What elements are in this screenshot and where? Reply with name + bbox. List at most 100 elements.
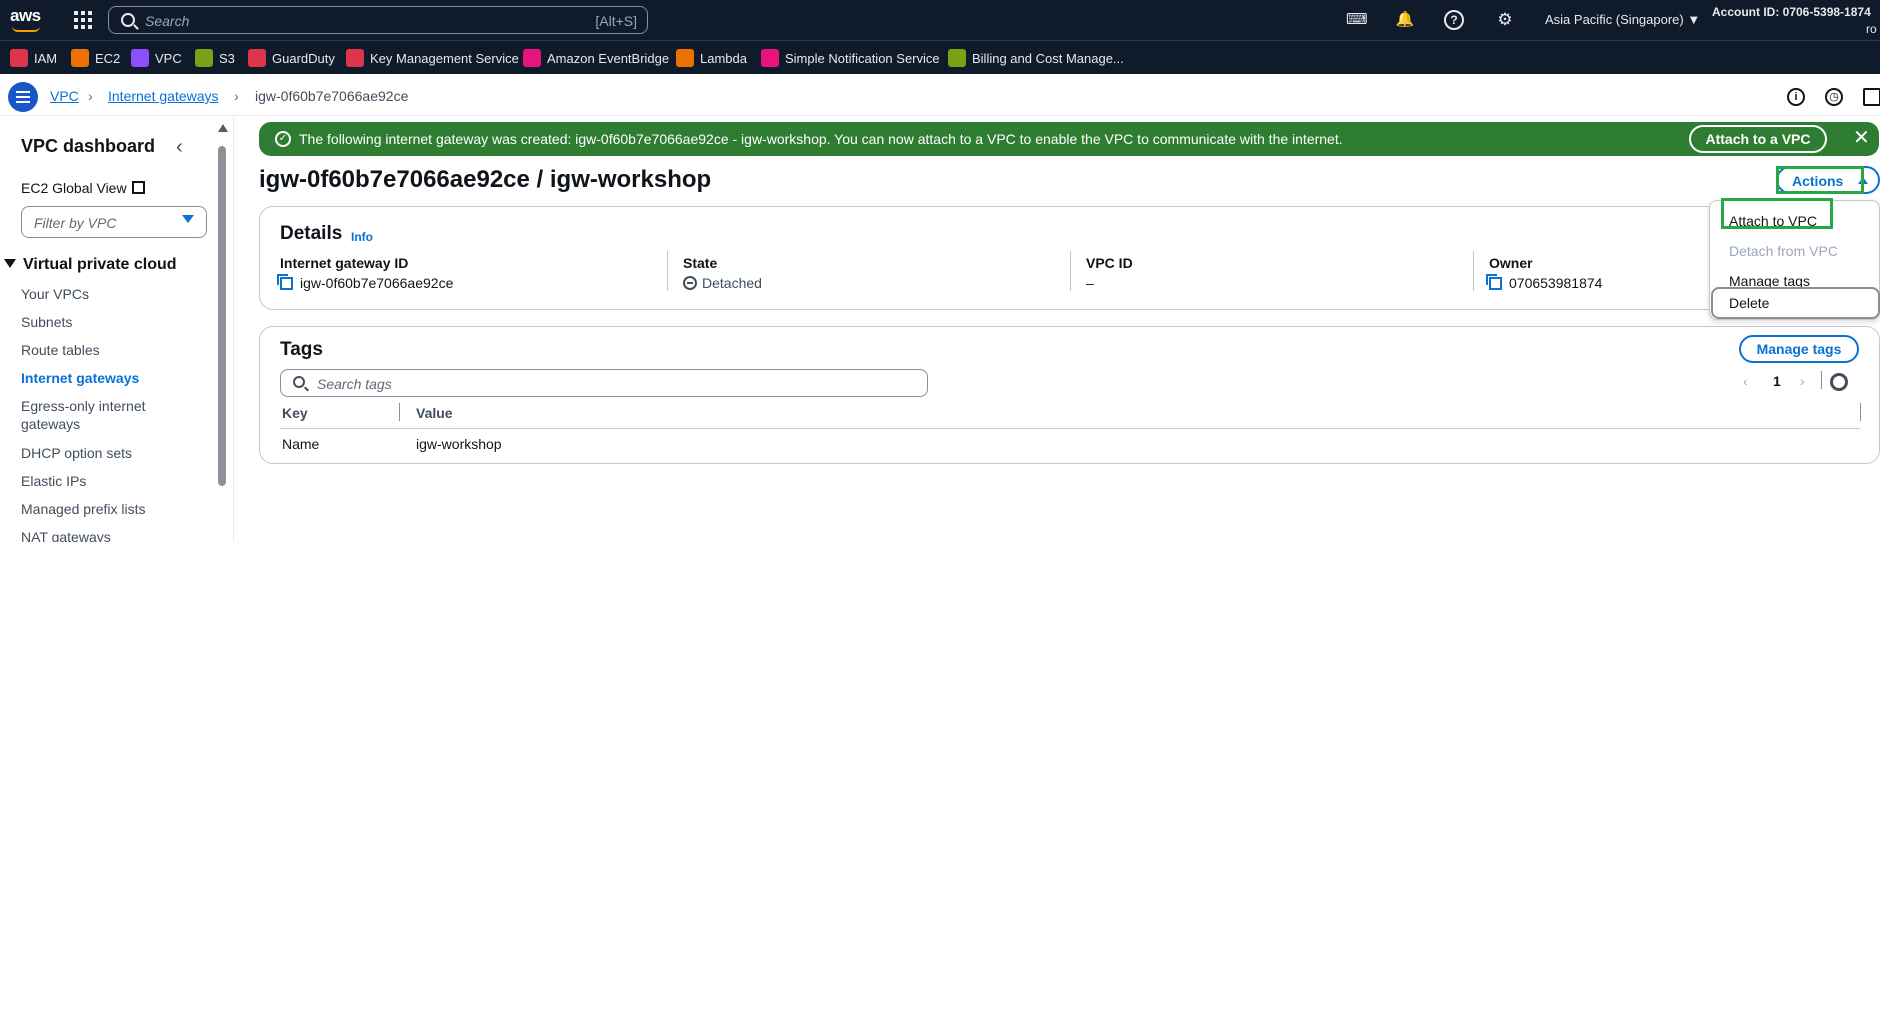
sidebar-item-nat-gateways[interactable]: NAT gateways xyxy=(21,528,171,542)
success-flash-banner: ✓ The following internet gateway was cre… xyxy=(259,122,1879,156)
search-icon xyxy=(121,13,135,27)
detail-key: State xyxy=(683,255,718,271)
highlight-box-actions xyxy=(1776,166,1864,194)
attach-to-vpc-flash-button[interactable]: Attach to a VPC xyxy=(1689,125,1827,153)
page-title: igw-0f60b7e7066ae92ce / igw-workshop xyxy=(259,166,712,193)
sidebar-item-elastic-ips[interactable]: Elastic IPs xyxy=(21,472,171,490)
bell-icon[interactable]: 🔔 xyxy=(1395,10,1415,30)
search-icon xyxy=(293,376,305,388)
tag-row-value: igw-workshop xyxy=(416,436,502,452)
column-header-key[interactable]: Key xyxy=(282,405,308,421)
favorite-billing[interactable]: Billing and Cost Manage... xyxy=(948,49,1124,67)
sidebar-item-egress-only-internet-gateways[interactable]: Egress-only internet gateways xyxy=(21,397,161,433)
chevron-right-icon[interactable]: › xyxy=(1800,373,1805,389)
sidebar-item-managed-prefix-lists[interactable]: Managed prefix lists xyxy=(21,500,171,518)
detail-vpc-id: VPC ID – xyxy=(1086,255,1133,291)
lambda-icon xyxy=(676,49,694,67)
favorite-ec2[interactable]: EC2 xyxy=(71,49,120,67)
manage-tags-button[interactable]: Manage tags xyxy=(1739,335,1859,363)
sidebar-item-subnets[interactable]: Subnets xyxy=(21,313,171,331)
sidebar-item-ec2-global-view[interactable]: EC2 Global View xyxy=(21,180,145,196)
chevron-right-icon: › xyxy=(88,88,93,104)
global-search-input[interactable]: Search [Alt+S] xyxy=(108,6,648,34)
guardduty-icon xyxy=(248,49,266,67)
iam-icon xyxy=(10,49,28,67)
top-navigation: aws Search [Alt+S] ⌨ 🔔 ? ⚙ Asia Pacific … xyxy=(0,0,1880,40)
favorite-sns[interactable]: Simple Notification Service xyxy=(761,49,940,67)
flash-message: The following internet gateway was creat… xyxy=(299,131,1343,147)
search-tags-input[interactable]: Search tags xyxy=(280,369,928,397)
column-header-value[interactable]: Value xyxy=(416,405,453,421)
breadcrumb-bar: VPC › Internet gateways › igw-0f60b7e706… xyxy=(0,74,1880,116)
detail-value: 070653981874 xyxy=(1509,275,1603,291)
sidebar-item-your-vpcs[interactable]: Your VPCs xyxy=(21,285,171,303)
feedback-icon[interactable]: ◷ xyxy=(1825,88,1843,106)
info-link[interactable]: Info xyxy=(351,230,373,244)
favorite-iam[interactable]: IAM xyxy=(10,49,57,67)
menu-item-delete[interactable]: Delete xyxy=(1729,295,1769,311)
detail-key: Internet gateway ID xyxy=(280,255,409,271)
search-placeholder: Search xyxy=(145,13,190,29)
aws-logo-text: aws xyxy=(10,6,41,25)
favorite-eventbridge[interactable]: Amazon EventBridge xyxy=(523,49,669,67)
preferences-gear-icon[interactable] xyxy=(1830,373,1848,391)
chevron-left-icon[interactable]: ‹ xyxy=(1743,373,1748,389)
collapse-sidebar-icon[interactable]: ‹ xyxy=(176,136,183,159)
favorite-kms[interactable]: Key Management Service xyxy=(346,49,519,67)
page-number[interactable]: 1 xyxy=(1773,373,1781,389)
details-heading: Details xyxy=(280,223,343,244)
ec2-icon xyxy=(71,49,89,67)
cloudshell-icon[interactable]: ⌨ xyxy=(1346,10,1368,30)
chevron-right-icon: › xyxy=(234,88,239,104)
minus-circle-icon xyxy=(683,276,697,290)
filter-by-vpc-select[interactable]: Filter by VPC xyxy=(21,206,207,238)
details-card: Details Info Internet gateway ID igw-0f6… xyxy=(259,206,1880,310)
account-id[interactable]: Account ID: 0706-5398-1874 xyxy=(1712,5,1871,19)
aws-logo[interactable]: aws xyxy=(10,6,44,34)
eventbridge-icon xyxy=(523,49,541,67)
menu-icon[interactable] xyxy=(8,82,38,112)
detail-key: Owner xyxy=(1489,255,1533,271)
search-tags-placeholder: Search tags xyxy=(317,376,392,392)
detail-value: igw-0f60b7e7066ae92ce xyxy=(300,275,454,291)
breadcrumb-current: igw-0f60b7e7066ae92ce xyxy=(255,88,409,104)
services-grid-icon[interactable] xyxy=(74,11,92,29)
sidebar-scrollbar[interactable] xyxy=(217,124,228,542)
detail-value: Detached xyxy=(702,275,762,291)
scrollbar-thumb[interactable] xyxy=(218,146,226,486)
detail-value: – xyxy=(1086,275,1094,291)
close-icon[interactable]: ✕ xyxy=(1853,127,1870,149)
caret-down-icon xyxy=(4,259,16,268)
favorite-vpc[interactable]: VPC xyxy=(131,49,182,67)
breadcrumb-vpc[interactable]: VPC xyxy=(50,88,79,104)
favorite-guardduty[interactable]: GuardDuty xyxy=(248,49,335,67)
sidebar-section-virtual-private-cloud[interactable]: Virtual private cloud xyxy=(4,256,177,274)
gear-icon[interactable]: ⚙ xyxy=(1495,10,1515,30)
caret-down-icon xyxy=(182,215,194,223)
copy-icon[interactable] xyxy=(1486,274,1502,290)
billing-icon xyxy=(948,49,966,67)
favorites-bar: IAM EC2 VPC S3 GuardDuty Key Management … xyxy=(0,40,1880,74)
scroll-up-icon[interactable] xyxy=(218,124,228,132)
copy-icon[interactable] xyxy=(277,274,293,290)
breadcrumb-internet-gateways[interactable]: Internet gateways xyxy=(108,88,219,104)
search-shortcut: [Alt+S] xyxy=(595,13,637,29)
sidebar-item-internet-gateways[interactable]: Internet gateways xyxy=(21,369,171,387)
tags-heading: Tags xyxy=(280,339,323,360)
tag-row-key: Name xyxy=(282,436,320,452)
sidebar-item-dhcp-option-sets[interactable]: DHCP option sets xyxy=(21,444,171,462)
detail-state: State Detached xyxy=(683,255,762,291)
display-icon[interactable] xyxy=(1863,88,1880,106)
help-icon[interactable]: ? xyxy=(1444,10,1464,30)
info-icon[interactable]: i xyxy=(1787,88,1805,106)
favorite-s3[interactable]: S3 xyxy=(195,49,235,67)
sidebar-item-route-tables[interactable]: Route tables xyxy=(21,341,171,359)
favorite-lambda[interactable]: Lambda xyxy=(676,49,747,67)
sidebar-title[interactable]: VPC dashboard xyxy=(21,136,155,157)
tags-card: Tags Manage tags Search tags ‹ 1 › Key V… xyxy=(259,326,1880,464)
external-link-icon xyxy=(131,181,145,194)
region-selector[interactable]: Asia Pacific (Singapore) ▼ xyxy=(1545,12,1700,27)
detail-internet-gateway-id: Internet gateway ID igw-0f60b7e7066ae92c… xyxy=(277,255,454,291)
account-role[interactable]: ro xyxy=(1866,22,1877,36)
check-circle-icon: ✓ xyxy=(275,131,291,147)
